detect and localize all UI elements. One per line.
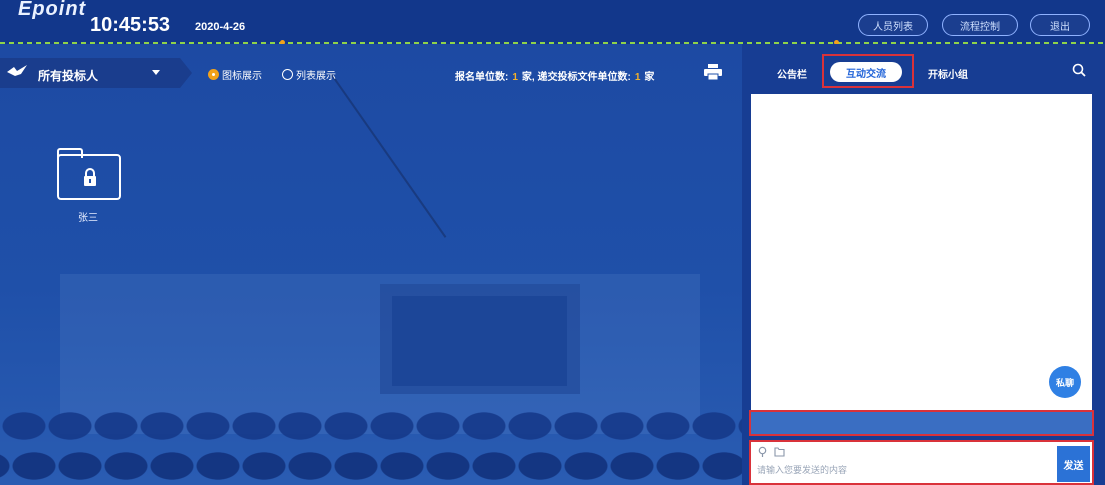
bidder-folder-name: 张三 [78, 213, 98, 224]
view-mode-icon-label: 图标展示 [222, 71, 262, 82]
app-logo: Epoint [18, 0, 87, 20]
chat-panel: 公告栏 互动交流 开标小组 私聊 发送 [742, 44, 1105, 485]
chevron-down-icon [152, 70, 160, 75]
bird-icon [7, 65, 27, 76]
bidder-stats: 报名单位数: 1 家, 递交投标文件单位数: 1 家 [455, 68, 654, 83]
control-bar: 所有投标人 图标展示 列表展示 报名单位数: 1 家, 递交投标文件单位数: 1 家 [0, 58, 742, 88]
lock-icon [84, 168, 96, 186]
submitted-label: 递交投标文件单位数: [537, 72, 631, 83]
tab-highlight-box [822, 54, 914, 88]
registered-count: 1 [512, 72, 518, 83]
bidder-select-value: 所有投标人 [38, 69, 99, 83]
chat-tabs: 公告栏 互动交流 开标小组 [742, 54, 1105, 88]
submitted-unit: 家 [644, 72, 655, 83]
view-mode-list[interactable]: 列表展示 [282, 67, 336, 82]
bidder-select[interactable]: 所有投标人 [0, 58, 192, 88]
view-mode-list-label: 列表展示 [296, 71, 336, 82]
printer-icon[interactable] [704, 64, 722, 80]
background-screen-inner [392, 296, 567, 386]
background-line [330, 72, 447, 238]
chat-message-area [751, 94, 1092, 416]
private-chat-button[interactable]: 私聊 [1049, 366, 1081, 398]
submitted-count: 1 [634, 72, 641, 83]
radio-unchecked-icon [282, 69, 293, 80]
exit-button[interactable]: 退出 [1030, 14, 1090, 36]
registered-label: 报名单位数: [455, 72, 509, 83]
search-icon[interactable] [1072, 63, 1086, 77]
top-bar: Epoint 10:45:53 2020-4-26 人员列表 流程控制 退出 [0, 0, 1105, 42]
clock-date: 2020-4-26 [195, 21, 246, 33]
process-control-button[interactable]: 流程控制 [942, 14, 1018, 36]
personnel-list-button[interactable]: 人员列表 [858, 14, 928, 36]
tab-opening-group[interactable]: 开标小组 [928, 66, 968, 81]
registered-unit: 家, [521, 72, 535, 83]
separator-highlight-box [749, 410, 1094, 436]
radio-checked-icon [208, 69, 219, 80]
bidder-folder[interactable] [57, 148, 121, 200]
clock-time: 10:45:53 [90, 14, 171, 36]
view-mode-icon[interactable]: 图标展示 [208, 67, 262, 82]
input-highlight-box [749, 440, 1094, 485]
bid-opening-hall: 所有投标人 图标展示 列表展示 报名单位数: 1 家, 递交投标文件单位数: 1 家 张… [0, 44, 742, 485]
background-seats [0, 404, 742, 485]
tab-bulletin[interactable]: 公告栏 [777, 66, 807, 81]
